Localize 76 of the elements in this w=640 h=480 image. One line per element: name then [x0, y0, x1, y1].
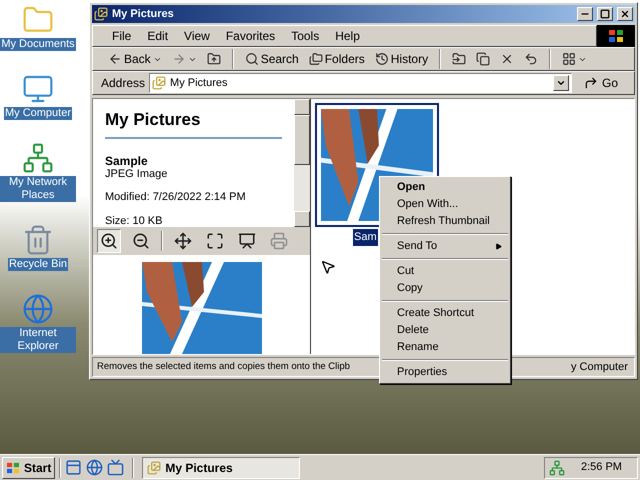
slideshow-icon [238, 232, 256, 250]
context-menu-item[interactable]: Create Shortcut [380, 305, 510, 322]
context-menu-item[interactable]: Rename [380, 339, 510, 356]
menu-item[interactable]: Tools [284, 27, 326, 45]
desktop-icon-label[interactable]: My Network Places [0, 176, 76, 202]
views-icon [562, 52, 576, 66]
history-button[interactable]: History [372, 50, 432, 68]
status-zone: y Computer [571, 360, 628, 375]
panel-title: My Pictures [105, 107, 282, 138]
file-name: Sample [105, 154, 149, 168]
context-menu-item[interactable]: Properties [380, 364, 510, 381]
copy-icon [476, 52, 490, 66]
address-label: Address [101, 75, 146, 92]
minimize-button[interactable] [577, 7, 593, 21]
browser-icon[interactable] [86, 459, 104, 476]
search-icon [244, 52, 259, 66]
folders-button[interactable]: Folders [306, 50, 368, 68]
close-button[interactable] [617, 7, 633, 21]
context-menu-item[interactable]: Copy [380, 280, 510, 297]
folder-icon [94, 7, 108, 21]
back-button[interactable]: Back [105, 50, 165, 68]
mouse-cursor-icon [320, 259, 336, 275]
file-label[interactable]: Sam [353, 229, 378, 246]
folders-icon [308, 52, 323, 66]
context-menu-item[interactable]: Refresh Thumbnail [380, 213, 510, 230]
windows-logo [597, 25, 635, 47]
print-icon [270, 232, 288, 250]
go-button[interactable]: Go [576, 74, 626, 92]
menu-item[interactable]: Favorites [218, 27, 282, 45]
file-type: JPEG Image [105, 168, 168, 180]
folder-icon [152, 76, 166, 90]
file-size: Size: 10 KB [105, 214, 164, 229]
start-button[interactable]: Start [2, 456, 56, 478]
close-icon [620, 9, 630, 19]
back-icon [108, 52, 122, 66]
forward-icon [172, 52, 186, 66]
context-menu-item[interactable]: Open [380, 179, 510, 196]
status-text: Removes the selected items and copies them onto the Clipb [97, 360, 350, 374]
scrollbar[interactable] [294, 99, 310, 227]
desktop-icon-label[interactable]: My Documents [0, 38, 76, 51]
menu-item[interactable]: File [105, 27, 138, 45]
file-modified: Modified: 7/26/2022 2:14 PM [105, 190, 247, 204]
context-menu-item[interactable]: Open With... [380, 196, 510, 213]
menu-item[interactable]: View [177, 27, 217, 45]
context-menu-item[interactable]: Delete [380, 322, 510, 339]
zoom-out-icon [132, 232, 150, 250]
channels-icon[interactable] [107, 459, 124, 476]
up-icon [206, 52, 221, 66]
maximize-button[interactable] [597, 7, 613, 21]
go-arrow-icon [584, 76, 598, 90]
best-fit-icon [174, 232, 192, 250]
address-value: My Pictures [170, 76, 228, 91]
windows-logo [6, 462, 20, 474]
clock: 2:56 PM [581, 460, 622, 476]
window-title: My Pictures [112, 6, 175, 22]
desktop-icon-label[interactable]: Recycle Bin [8, 258, 68, 271]
folder-icon [147, 460, 162, 474]
context-menu-item[interactable]: Cut [380, 263, 510, 280]
search-button[interactable]: Search [242, 50, 302, 68]
address-field[interactable]: My Pictures [149, 73, 572, 93]
menu-item[interactable]: Edit [140, 27, 176, 45]
move-icon [452, 52, 466, 66]
dropdown-button[interactable] [552, 75, 569, 91]
menu-item[interactable]: Help [328, 27, 367, 45]
zoom-in-button[interactable] [97, 229, 121, 253]
desktop-icon-label[interactable]: My Computer [4, 107, 72, 120]
taskbar-task-button[interactable]: My Pictures [142, 456, 300, 478]
zoom-in-icon [100, 232, 118, 250]
submenu-arrow-icon [495, 243, 502, 250]
history-icon [374, 52, 389, 66]
undo-icon [524, 52, 538, 66]
maximize-icon [600, 9, 610, 19]
actual-size-icon [206, 232, 224, 250]
context-menu-item[interactable]: Send To [380, 238, 510, 255]
desktop-icon-label[interactable]: Internet Explorer [0, 327, 76, 353]
caret-icon [556, 78, 566, 88]
